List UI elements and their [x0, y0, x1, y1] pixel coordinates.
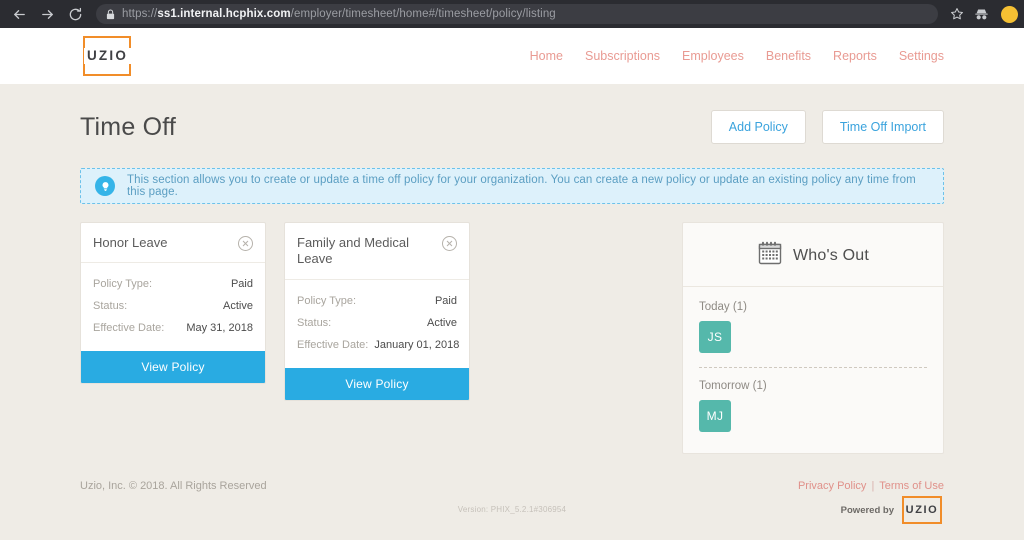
- footer-links: Privacy Policy | Terms of Use: [798, 480, 944, 492]
- page-content: Time Off Add Policy Time Off Import This…: [0, 84, 1024, 540]
- forward-icon[interactable]: [36, 3, 58, 25]
- policy-card-title: Family and Medical Leave: [297, 235, 422, 268]
- status-value: Active: [427, 317, 457, 329]
- policy-type-value: Paid: [231, 278, 253, 290]
- copyright-text: Uzio, Inc. © 2018. All Rights Reserved: [80, 480, 267, 492]
- nav-item-benefits[interactable]: Benefits: [766, 49, 811, 63]
- lock-icon: [106, 9, 115, 20]
- effective-date-label: Effective Date:: [93, 322, 164, 334]
- browser-right-controls: [950, 6, 1016, 23]
- link-separator: |: [869, 480, 876, 492]
- tomorrow-label: Tomorrow (1): [699, 380, 927, 392]
- effective-date-value: May 31, 2018: [186, 322, 253, 334]
- whos-out-panel: Who's Out Today (1) JS Tomorrow (1) MJ: [682, 222, 944, 454]
- incognito-icon[interactable]: [974, 7, 989, 22]
- status-value: Active: [223, 300, 253, 312]
- add-policy-button[interactable]: Add Policy: [711, 110, 806, 144]
- powered-by-text: Powered by: [841, 505, 894, 516]
- whos-out-divider: [699, 367, 927, 368]
- terms-of-use-link[interactable]: Terms of Use: [879, 480, 944, 492]
- whos-out-body: Today (1) JS Tomorrow (1) MJ: [683, 287, 943, 432]
- policies-and-whosout-row: Honor Leave Policy Type: Paid Status: Ac…: [80, 222, 944, 454]
- effective-date-value: January 01, 2018: [374, 339, 459, 351]
- effective-date-row: Effective Date: January 01, 2018: [297, 334, 457, 356]
- lightbulb-icon: [95, 176, 115, 196]
- page-actions: Add Policy Time Off Import: [711, 110, 944, 144]
- avatar[interactable]: JS: [699, 321, 731, 353]
- nav-item-settings[interactable]: Settings: [899, 49, 944, 63]
- policy-card[interactable]: Family and Medical Leave Policy Type: Pa…: [284, 222, 470, 401]
- page-title: Time Off: [80, 113, 176, 142]
- view-policy-button[interactable]: View Policy: [285, 368, 469, 400]
- status-label: Status:: [93, 300, 127, 312]
- footer: Uzio, Inc. © 2018. All Rights Reserved P…: [80, 480, 944, 492]
- today-label: Today (1): [699, 301, 927, 313]
- site-header: UZIO Home Subscriptions Employees Benefi…: [0, 28, 1024, 84]
- status-row: Status: Active: [93, 295, 253, 317]
- close-circle-icon[interactable]: [238, 236, 253, 251]
- status-row: Status: Active: [297, 312, 457, 334]
- back-icon[interactable]: [8, 3, 30, 25]
- policy-card-title: Honor Leave: [93, 235, 167, 251]
- nav-item-employees[interactable]: Employees: [682, 49, 744, 63]
- policy-type-label: Policy Type:: [297, 295, 356, 307]
- policy-type-value: Paid: [435, 295, 457, 307]
- url-text: https://ss1.internal.hcphix.com/employer…: [122, 8, 556, 20]
- privacy-policy-link[interactable]: Privacy Policy: [798, 480, 866, 492]
- effective-date-row: Effective Date: May 31, 2018: [93, 317, 253, 339]
- powered-by-uzio: Powered by UZIO: [841, 496, 944, 524]
- whos-out-title: Who's Out: [793, 247, 869, 265]
- reload-icon[interactable]: [64, 3, 86, 25]
- powered-logo-text: UZIO: [904, 504, 941, 517]
- page-header-row: Time Off Add Policy Time Off Import: [80, 84, 944, 144]
- address-bar[interactable]: https://ss1.internal.hcphix.com/employer…: [96, 4, 938, 24]
- status-label: Status:: [297, 317, 331, 329]
- view-policy-button[interactable]: View Policy: [81, 351, 265, 383]
- policy-card-body: Policy Type: Paid Status: Active Effecti…: [285, 280, 469, 368]
- nav-item-reports[interactable]: Reports: [833, 49, 877, 63]
- star-icon[interactable]: [950, 7, 964, 21]
- whos-out-header: Who's Out: [683, 223, 943, 287]
- profile-avatar[interactable]: [1001, 6, 1018, 23]
- policy-type-row: Policy Type: Paid: [297, 290, 457, 312]
- browser-toolbar: https://ss1.internal.hcphix.com/employer…: [0, 0, 1024, 28]
- nav-item-home[interactable]: Home: [530, 49, 563, 63]
- powered-uzio-logo: UZIO: [900, 496, 944, 524]
- policy-type-row: Policy Type: Paid: [93, 273, 253, 295]
- policy-card[interactable]: Honor Leave Policy Type: Paid Status: Ac…: [80, 222, 266, 384]
- info-banner-text: This section allows you to create or upd…: [127, 174, 929, 198]
- uzio-logo[interactable]: UZIO: [80, 36, 135, 76]
- nav-item-subscriptions[interactable]: Subscriptions: [585, 49, 660, 63]
- info-banner: This section allows you to create or upd…: [80, 168, 944, 204]
- policy-type-label: Policy Type:: [93, 278, 152, 290]
- main-navigation: Home Subscriptions Employees Benefits Re…: [530, 49, 944, 63]
- close-circle-icon[interactable]: [442, 236, 457, 251]
- policy-card-header: Family and Medical Leave: [285, 223, 469, 280]
- time-off-import-button[interactable]: Time Off Import: [822, 110, 944, 144]
- logo-text: UZIO: [84, 48, 131, 64]
- avatar[interactable]: MJ: [699, 400, 731, 432]
- calendar-icon: [757, 240, 783, 271]
- policy-card-header: Honor Leave: [81, 223, 265, 263]
- effective-date-label: Effective Date:: [297, 339, 368, 351]
- policy-card-body: Policy Type: Paid Status: Active Effecti…: [81, 263, 265, 351]
